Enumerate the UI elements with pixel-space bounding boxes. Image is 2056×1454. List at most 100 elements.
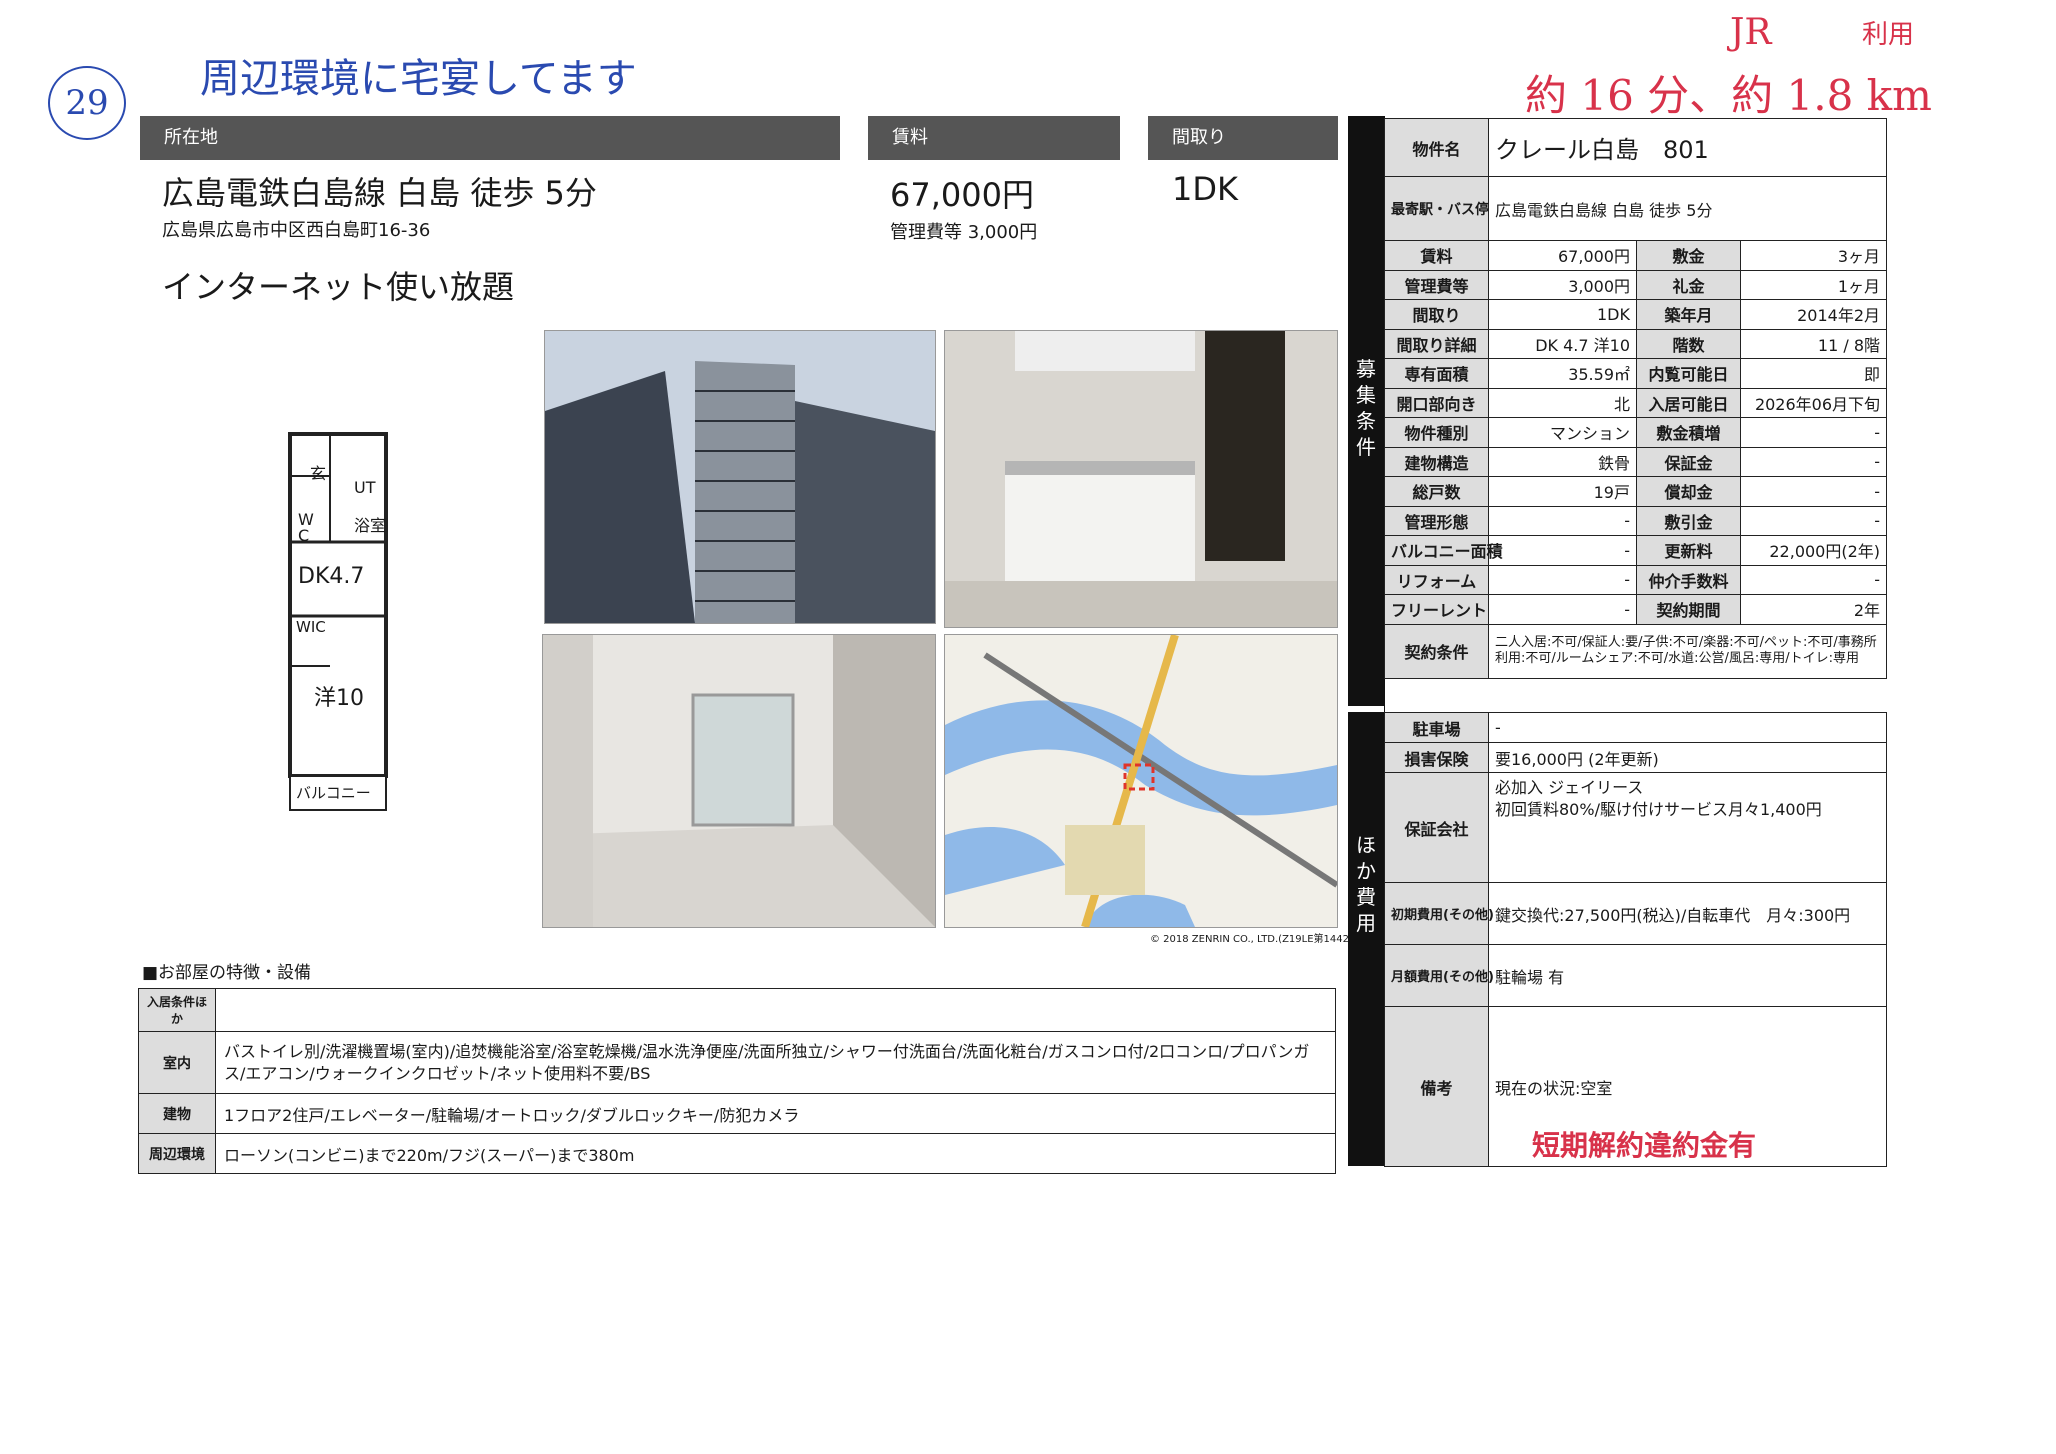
- spec-table: 物件名 クレール白島 801 最寄駅・バス停 広島電鉄白島線 白島 徒歩 5分 …: [1384, 118, 1888, 679]
- spec-name: クレール白島 801: [1487, 118, 1888, 177]
- spec-value: 1ヶ月: [1739, 269, 1888, 300]
- spec-key: 物件種別: [1384, 417, 1489, 448]
- penalty-stamp: 短期解約違約金有: [1532, 1129, 1757, 1162]
- spec-key: 総戸数: [1384, 476, 1489, 507]
- initial-cost-value: 鍵交換代:27,500円(税込)/自転車代 月々:300円: [1488, 882, 1887, 945]
- fp-ut: UT: [354, 478, 376, 497]
- feat-value-room: バストイレ別/洗濯機置場(室内)/追焚機能浴室/浴室乾燥機/温水洗浄便座/洗面所…: [215, 1031, 1336, 1094]
- fp-wc-c: C: [298, 526, 310, 545]
- stamp-line1: JR: [1730, 12, 1772, 53]
- spec-key: 更新料: [1636, 535, 1741, 566]
- features-table: 入居条件ほか 室内 バストイレ別/洗濯機置場(室内)/追焚機能浴室/浴室乾燥機/…: [138, 988, 1336, 1174]
- parking-value: -: [1488, 712, 1887, 743]
- spec-row: 総戸数 19戸 償却金 -: [1384, 476, 1888, 507]
- rent-value: 67,000円: [890, 176, 1034, 214]
- spec-key: 専有面積: [1384, 358, 1489, 389]
- stamp-line2: 約 16 分、約 1.8 km: [1525, 71, 1932, 120]
- spec-row: 物件種別 マンション 敷金積増 -: [1384, 417, 1888, 448]
- feat-value-conditions: [215, 988, 1336, 1032]
- spec-key: フリーレント: [1384, 594, 1489, 625]
- spec-key: 仲介手数料: [1636, 564, 1741, 595]
- parking-label: 駐車場: [1384, 712, 1489, 743]
- spec-value: 即: [1739, 358, 1888, 389]
- handwritten-note: 周辺環境に宅宴してます: [200, 56, 637, 102]
- spec-station: 広島電鉄白島線 白島 徒歩 5分: [1487, 176, 1888, 241]
- spec-value: 11 / 8階: [1739, 328, 1888, 359]
- guarantor-label: 保証会社: [1384, 772, 1489, 883]
- spec-row: リフォーム - 仲介手数料 -: [1384, 564, 1888, 595]
- map-copyright: © 2018 ZENRIN CO., LTD.(Z19LE第1442号): [1150, 934, 1363, 945]
- spec-value: 2014年2月: [1739, 299, 1888, 330]
- circled-number: 29: [48, 66, 126, 140]
- spec-key: 敷引金: [1636, 505, 1741, 536]
- rent-header: 賃料: [868, 116, 1120, 160]
- spec-value: 19戸: [1488, 476, 1637, 507]
- spec-key: 開口部向き: [1384, 387, 1489, 418]
- initial-cost-label: 初期費用(その他): [1384, 882, 1494, 945]
- spec-key: 礼金: [1636, 269, 1741, 300]
- spec-key: 内覧可能日: [1636, 358, 1741, 389]
- fp-entrance: 玄: [310, 464, 327, 483]
- spec-value: 2年: [1739, 594, 1888, 625]
- spec-value: 1DK: [1488, 299, 1637, 330]
- spec-station-label: 最寄駅・バス停: [1384, 176, 1489, 241]
- spec-value: 35.59㎡: [1488, 358, 1637, 389]
- spec-key: 敷金: [1636, 240, 1741, 271]
- fp-bath: 浴室: [354, 516, 387, 535]
- band-recruitment: 募集条件: [1348, 116, 1384, 706]
- spec-value: -: [1488, 505, 1637, 536]
- layout-value: 1DK: [1172, 170, 1238, 208]
- spec-value: -: [1488, 564, 1637, 595]
- spec-value: -: [1739, 476, 1888, 507]
- insurance-label: 損害保険: [1384, 742, 1489, 773]
- spec-key: 入居可能日: [1636, 387, 1741, 418]
- spec-key: リフォーム: [1384, 564, 1489, 595]
- features-title: ■お部屋の特徴・設備: [142, 963, 312, 983]
- monthly-cost-value: 駐輪場 有: [1488, 944, 1887, 1007]
- spec-row: 専有面積 35.59㎡ 内覧可能日即: [1384, 358, 1888, 389]
- room-photo: [542, 634, 936, 928]
- guarantor-line1: 必加入 ジェイリース: [1495, 778, 1644, 797]
- spec-value: -: [1739, 417, 1888, 448]
- spec-row: 間取り 1DK 築年月 2014年2月: [1384, 299, 1888, 330]
- band-other-costs: ほか費用: [1348, 712, 1384, 1166]
- spec-key: バルコニー面積: [1384, 535, 1503, 566]
- spec-key: 管理費等: [1384, 269, 1489, 300]
- map-image: [944, 634, 1338, 928]
- spec-row: 開口部向き北入居可能日 2026年06月下旬: [1384, 387, 1888, 418]
- feat-label-conditions: 入居条件ほか: [138, 988, 216, 1032]
- spec-key: 間取り詳細: [1384, 328, 1489, 359]
- spec-row: 間取り詳細 DK 4.7 洋10 階数 11 / 8階: [1384, 328, 1888, 359]
- spec-row: 建物構造 鉄骨 保証金 -: [1384, 446, 1888, 477]
- fp-western: 洋10: [314, 686, 364, 711]
- spec-key: 保証金: [1636, 446, 1741, 477]
- spec-value: 22,000円(2年): [1739, 535, 1888, 566]
- spec-contract: 二人入居:不可/保証人:要/子供:不可/楽器:不可/ペット:不可/事務所利用:不…: [1487, 623, 1888, 679]
- spec-row: 管理形態 - 敷引金 -: [1384, 505, 1888, 536]
- spec-value: -: [1488, 594, 1637, 625]
- spec-key: 築年月: [1636, 299, 1741, 330]
- kitchen-photo: [944, 330, 1338, 628]
- spec-row: 賃料 67,000円 敷金 3ヶ月: [1384, 240, 1888, 271]
- cost-table: 駐車場 - 損害保険 要16,000円 (2年更新) 保証会社 必加入 ジェイリ…: [1384, 712, 1887, 1167]
- fp-dk: DK4.7: [298, 564, 365, 589]
- spec-value: 3,000円: [1488, 269, 1637, 300]
- spec-key: 償却金: [1636, 476, 1741, 507]
- remarks-label: 備考: [1384, 1006, 1489, 1167]
- access-text: 広島電鉄白島線 白島 徒歩 5分: [162, 174, 597, 212]
- monthly-cost-label: 月額費用(その他): [1384, 944, 1494, 1007]
- feat-label-surroundings: 周辺環境: [138, 1133, 216, 1174]
- spec-value: -: [1739, 505, 1888, 536]
- spec-value: マンション: [1488, 417, 1637, 448]
- feat-label-room: 室内: [138, 1031, 216, 1094]
- spec-key: 賃料: [1384, 240, 1489, 271]
- spec-value: -: [1739, 564, 1888, 595]
- spec-name-label: 物件名: [1384, 118, 1489, 177]
- guarantor-line2: 初回賃料80%/駆け付けサービス月々1,400円: [1495, 800, 1822, 819]
- location-header: 所在地: [140, 116, 840, 160]
- spec-key: 敷金積増: [1636, 417, 1741, 448]
- spec-value: 2026年06月下旬: [1739, 387, 1888, 418]
- spec-value: 67,000円: [1488, 240, 1637, 271]
- spec-value: -: [1488, 535, 1637, 566]
- building-photo: [544, 330, 936, 624]
